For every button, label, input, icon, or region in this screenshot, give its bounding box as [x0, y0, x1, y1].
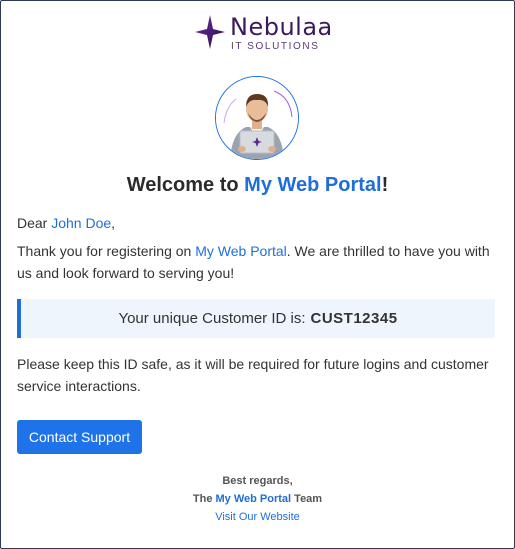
email-frame: Nebulaa IT SOLUTIONS Welcome to My Web P… — [0, 0, 515, 549]
brand-name: Nebulaa — [230, 13, 333, 41]
team-signature: The My Web Portal Team — [192, 493, 323, 505]
customer-id-label: Your unique Customer ID is: — [118, 310, 306, 327]
notice-paragraph: Please keep this ID safe, as it will be … — [17, 356, 489, 394]
greeting: Dear John Doe, — [17, 215, 116, 231]
page-title: Welcome to My Web Portal! — [126, 174, 389, 196]
visit-website-link[interactable]: Visit Our Website — [1, 508, 514, 526]
customer-id-value: CUST12345 — [310, 310, 398, 327]
customer-id-box: Your unique Customer ID is: CUST12345 — [17, 299, 495, 338]
person-with-laptop-icon — [216, 77, 298, 159]
portal-name-inline: My Web Portal — [195, 243, 287, 259]
company-logo: Nebulaa IT SOLUTIONS — [195, 13, 332, 53]
email-footer: Best regards, The My Web Portal Team Vis… — [1, 472, 514, 526]
team-name: My Web Portal — [215, 493, 292, 505]
star-logo-icon — [195, 15, 225, 49]
intro-paragraph: Thank you for registering on My Web Port… — [17, 243, 490, 281]
avatar — [215, 76, 299, 160]
contact-support-button[interactable]: Contact Support — [17, 420, 142, 454]
brand-tagline: IT SOLUTIONS — [231, 41, 320, 52]
portal-name: My Web Portal — [244, 174, 382, 196]
customer-name: John Doe — [51, 215, 112, 231]
regards-text: Best regards, — [222, 475, 293, 487]
